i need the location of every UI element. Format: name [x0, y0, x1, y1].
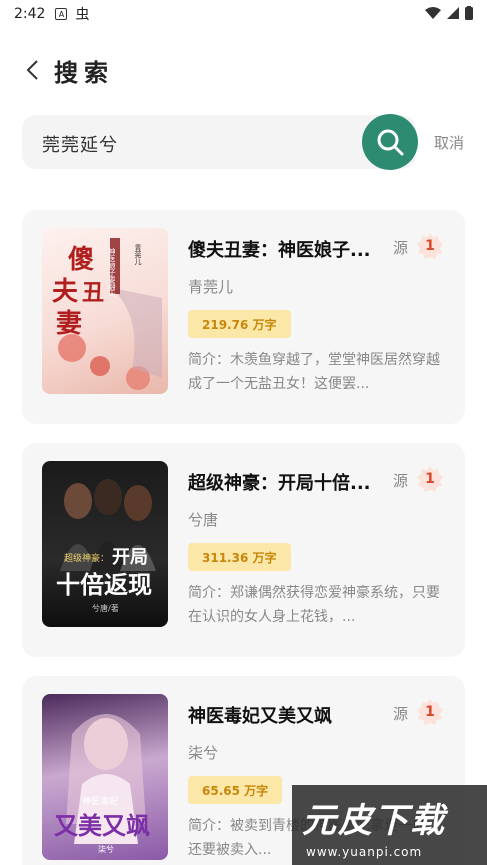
book-description: 简介：郑谦偶然获得恋爱神豪系统，只要在认识的女人身上花钱，... — [188, 585, 440, 625]
book-author: 柒兮 — [188, 744, 219, 762]
svg-text:开局: 开局 — [112, 547, 148, 568]
source-count: 1 — [425, 238, 435, 254]
source-label: 源 — [393, 239, 409, 257]
search-input[interactable]: 莞莞延兮 — [22, 115, 416, 169]
page-title: 搜索 — [54, 58, 114, 87]
result-card[interactable]: 超级神豪： 开局 十倍返现 兮唐/著 超级神豪：开局十倍... 源 1 兮唐 3… — [22, 443, 465, 657]
book-description: 简介：木羡鱼穿越了，堂堂神医居然穿越成了一个无盐丑女！这便罢... — [188, 352, 440, 392]
battery-icon — [465, 6, 473, 20]
book-cover[interactable]: 神医毒妃 又美又飒 柒兮 — [42, 694, 168, 860]
book-title[interactable]: 超级神豪：开局十倍... — [188, 469, 378, 495]
watermark: 元皮下载 www.yuanpi.com — [292, 785, 487, 865]
search-icon — [377, 129, 404, 156]
source-badge[interactable]: 1 — [416, 698, 444, 726]
wifi-icon — [425, 7, 441, 19]
search-query[interactable]: 莞莞延兮 — [42, 131, 118, 157]
source-count: 1 — [425, 471, 435, 487]
svg-text:夫: 夫 — [52, 277, 79, 307]
status-time: 2:42 — [14, 6, 46, 22]
search-button[interactable] — [362, 114, 418, 170]
svg-text:柒兮: 柒兮 — [98, 844, 114, 854]
book-author: 青莞儿 — [188, 278, 234, 296]
svg-text:神医毒妃: 神医毒妃 — [82, 795, 118, 807]
result-card[interactable]: 傻 夫 丑 妻 神医娘子要翻天 青莞儿 傻夫丑妻：神医娘子... 源 1 青莞儿… — [22, 210, 465, 424]
svg-text:又美又飒: 又美又飒 — [54, 811, 150, 840]
svg-text:青莞儿: 青莞儿 — [134, 243, 142, 266]
a-icon: A — [55, 8, 68, 20]
watermark-title: 元皮下载 — [302, 801, 446, 841]
svg-text:傻: 傻 — [68, 245, 94, 275]
book-author: 兮唐 — [188, 511, 219, 529]
book-cover[interactable]: 超级神豪： 开局 十倍返现 兮唐/著 — [42, 461, 168, 627]
svg-text:十倍返现: 十倍返现 — [56, 570, 152, 599]
book-cover[interactable]: 傻 夫 丑 妻 神医娘子要翻天 青莞儿 — [42, 228, 168, 394]
word-count-badge: 219.76 万字 — [188, 310, 291, 338]
chevron-left-icon[interactable] — [22, 60, 42, 80]
source-count: 1 — [425, 704, 435, 720]
svg-text:妻: 妻 — [56, 309, 82, 339]
status-bar: 2:42 A 虫 — [0, 0, 487, 28]
watermark-url: www.yuanpi.com — [306, 845, 423, 859]
book-title[interactable]: 神医毒妃又美又飒 — [188, 702, 378, 728]
word-count-badge: 311.36 万字 — [188, 543, 291, 571]
source-badge[interactable]: 1 — [416, 465, 444, 493]
svg-text:丑: 丑 — [82, 280, 104, 306]
cancel-button[interactable]: 取消 — [434, 132, 464, 153]
search-row: 莞莞延兮 取消 — [22, 114, 472, 170]
book-title[interactable]: 傻夫丑妻：神医娘子... — [188, 236, 378, 262]
svg-text:神医娘子要翻天: 神医娘子要翻天 — [108, 247, 116, 298]
source-label: 源 — [393, 705, 409, 723]
source-label: 源 — [393, 472, 409, 490]
svg-text:超级神豪：: 超级神豪： — [64, 552, 109, 564]
svg-text:兮唐/著: 兮唐/著 — [92, 603, 119, 613]
bug-icon: 虫 — [75, 7, 90, 23]
source-badge[interactable]: 1 — [416, 232, 444, 260]
word-count-badge: 65.65 万字 — [188, 776, 283, 804]
header: 搜索 — [0, 48, 487, 92]
signal-icon — [447, 7, 459, 19]
